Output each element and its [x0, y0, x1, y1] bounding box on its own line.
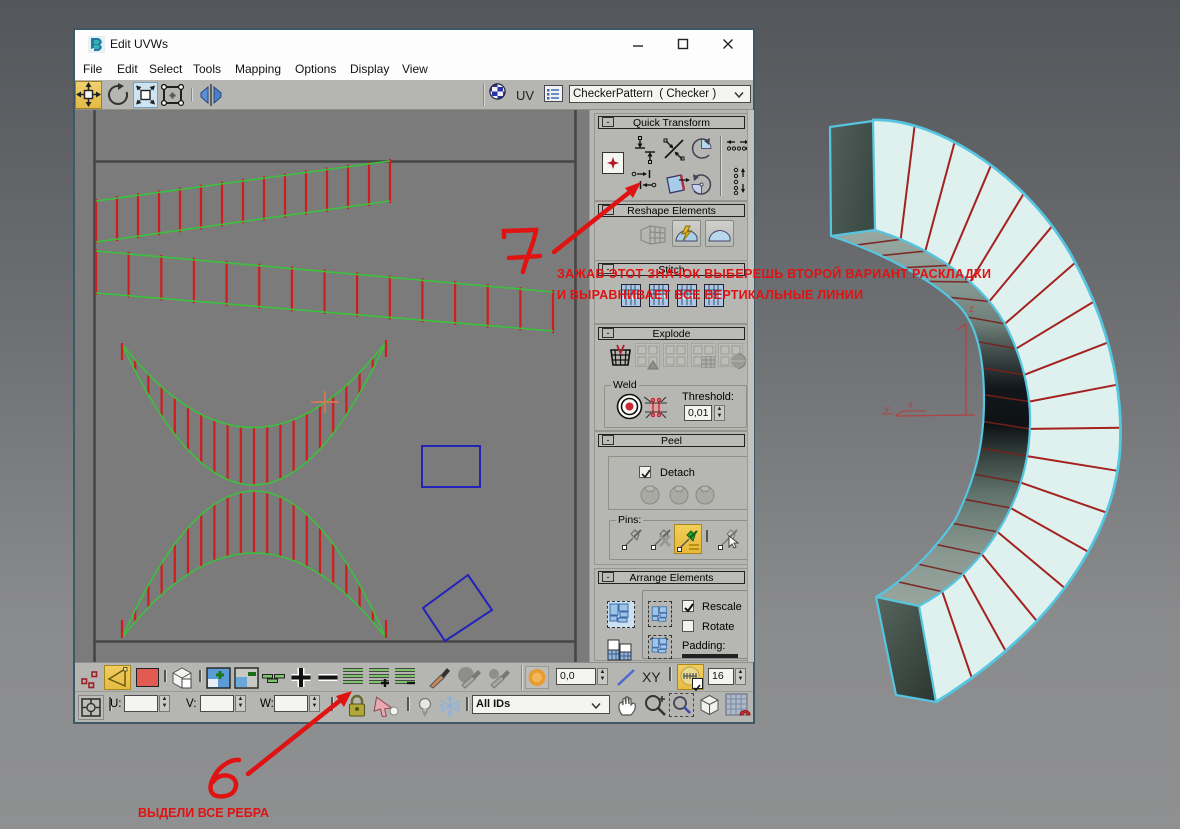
svg-text:x: x: [908, 400, 913, 411]
svg-text:z: z: [969, 304, 974, 315]
svg-text:y: y: [884, 404, 889, 415]
